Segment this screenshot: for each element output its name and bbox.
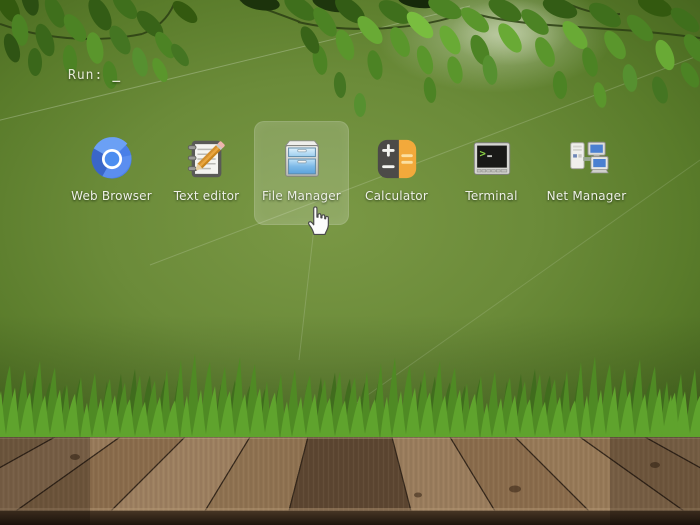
text-cursor: _ [112, 68, 122, 83]
grass-decoration [0, 353, 700, 440]
desktop-icon-text-editor[interactable]: Text editor [159, 121, 254, 225]
light-haze-small [425, 0, 595, 80]
icon-label: Terminal [465, 189, 518, 203]
icon-label: Net Manager [546, 189, 627, 203]
icon-label: Calculator [365, 189, 428, 203]
wood-deck [0, 437, 700, 525]
file-cabinet-icon [284, 140, 319, 177]
terminal-icon: > [473, 142, 510, 175]
chromium-browser-icon [90, 137, 132, 179]
icon-label: Web Browser [71, 189, 152, 203]
icon-label: File Manager [262, 189, 341, 203]
desktop-icon-file-manager[interactable]: File Manager [254, 121, 349, 225]
icon-label: Text editor [173, 189, 240, 203]
svg-text:>: > [479, 148, 485, 160]
network-computers-icon [569, 141, 609, 174]
calculator-icon [377, 139, 416, 179]
desktop-icon-terminal[interactable]: > Terminal [444, 121, 539, 225]
desktop-icon-calculator[interactable]: Calculator [349, 121, 444, 225]
run-prompt[interactable]: Run: _ [68, 68, 121, 83]
notepad-pencil-icon [187, 140, 225, 178]
run-prompt-label: Run: [68, 68, 104, 83]
desktop-icon-row: Web Browser Text editor File Manager Cal… [64, 121, 634, 225]
desktop-icon-net-manager[interactable]: Net Manager [539, 121, 634, 225]
desktop-icon-web-browser[interactable]: Web Browser [64, 121, 159, 225]
